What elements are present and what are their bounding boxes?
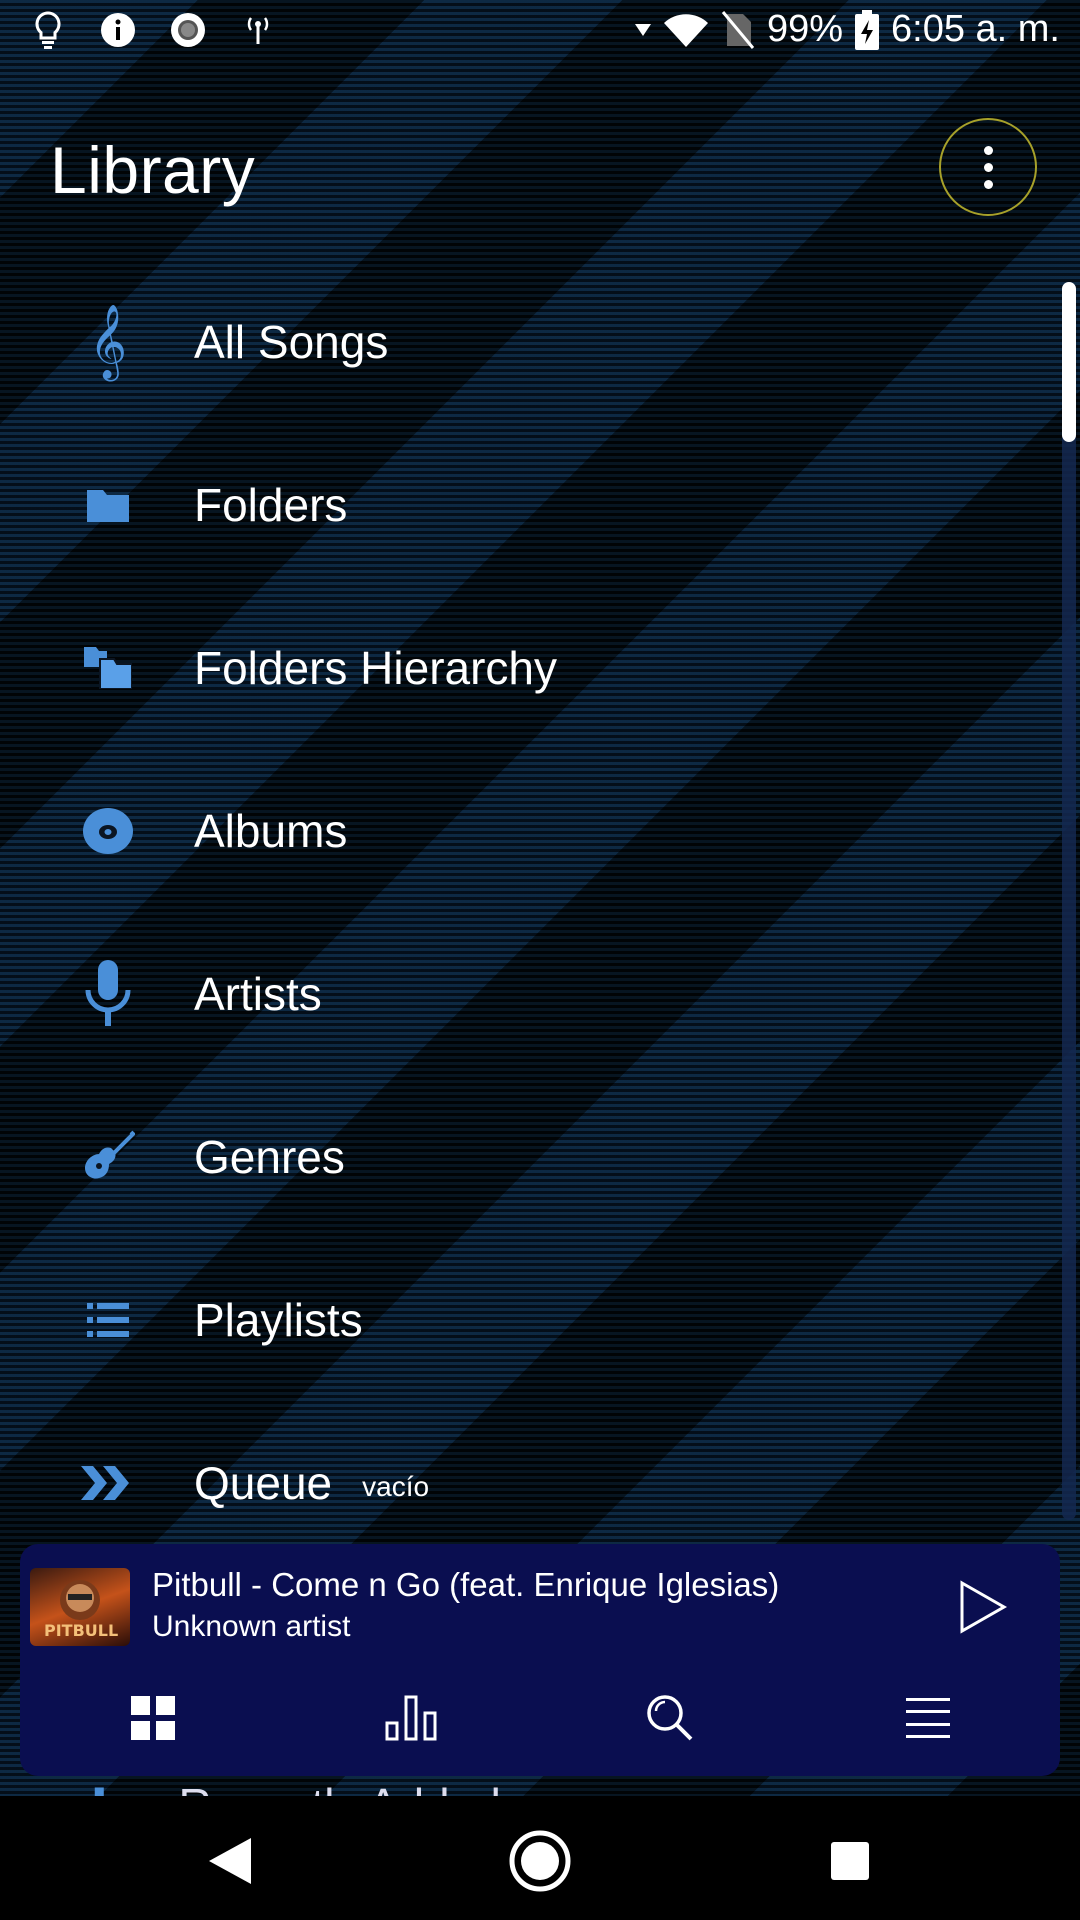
- library-item-folders[interactable]: Folders: [0, 435, 1050, 575]
- antenna-icon: [238, 10, 278, 50]
- library-item-recently-added[interactable]: ✚Recently Added: [80, 1778, 501, 1798]
- library-item-folders-hierarchy[interactable]: Folders Hierarchy: [0, 598, 1050, 738]
- album-art-text: PITBULL: [44, 1621, 119, 1640]
- library-item-queue[interactable]: Queue vacío: [0, 1413, 1050, 1553]
- overflow-menu-button[interactable]: [939, 118, 1037, 216]
- library-item-label: Folders: [194, 479, 348, 531]
- search-icon: [647, 1695, 693, 1741]
- status-left-icons: [28, 10, 278, 50]
- queue-label: Queue: [194, 1457, 333, 1509]
- play-button[interactable]: [958, 1580, 1008, 1634]
- library-item-all-songs[interactable]: 𝄞 All Songs: [0, 272, 1050, 412]
- library-item-label: Artists: [194, 968, 322, 1020]
- library-item-label: Queue vacío: [194, 1456, 429, 1510]
- home-icon: [509, 1830, 571, 1892]
- scrollbar-track[interactable]: [1062, 282, 1076, 1520]
- library-item-playlists[interactable]: Playlists: [0, 1250, 1050, 1390]
- bar-chart-icon: [385, 1695, 437, 1741]
- bulb-icon: [28, 10, 68, 50]
- wifi-icon: [663, 13, 708, 47]
- queue-arrows-icon: [78, 1448, 138, 1518]
- status-right: 99% 6:05 a. m.: [634, 8, 1060, 51]
- library-item-label: Albums: [194, 805, 348, 857]
- library-item-label: Folders Hierarchy: [194, 642, 557, 694]
- microphone-icon: [78, 959, 138, 1029]
- system-nav-bar: [0, 1796, 1080, 1920]
- folder-icon: [78, 470, 138, 540]
- treble-clef-icon: 𝄞: [89, 305, 127, 379]
- recents-icon: [831, 1842, 869, 1880]
- battery-percent: 99%: [766, 8, 844, 50]
- recents-button[interactable]: [815, 1826, 885, 1896]
- scrollbar-thumb[interactable]: [1062, 282, 1076, 442]
- library-item-albums[interactable]: Albums: [0, 761, 1050, 901]
- back-button[interactable]: [195, 1826, 265, 1896]
- equalizer-button[interactable]: [381, 1688, 441, 1748]
- folders-hierarchy-icon: [78, 633, 138, 703]
- record-icon: [168, 10, 208, 50]
- data-arrow-icon: [634, 23, 651, 36]
- status-bar: 99% 6:05 a. m.: [0, 0, 1080, 64]
- library-grid-button[interactable]: [123, 1688, 183, 1748]
- list-icon: [78, 1285, 138, 1355]
- no-sim-icon: [721, 10, 755, 49]
- clock: 6:05 a. m.: [891, 8, 1060, 50]
- now-playing-artist: Unknown artist: [152, 1610, 351, 1643]
- album-art[interactable]: PITBULL: [30, 1568, 130, 1646]
- player-bottom-nav: [20, 1684, 1060, 1764]
- library-item-label: All Songs: [194, 316, 389, 368]
- library-item-genres[interactable]: Genres: [0, 1087, 1050, 1227]
- play-icon: [960, 1580, 1008, 1634]
- disc-icon: [78, 796, 138, 866]
- guitar-icon: [78, 1122, 138, 1192]
- home-button[interactable]: [505, 1826, 575, 1896]
- library-item-label: Genres: [194, 1131, 345, 1183]
- page-title: Library: [50, 133, 256, 207]
- queue-status: vacío: [362, 1470, 430, 1502]
- now-playing-panel[interactable]: PITBULL Pitbull - Come n Go (feat. Enriq…: [20, 1544, 1060, 1776]
- back-icon: [209, 1838, 251, 1884]
- menu-lines-icon: [906, 1698, 950, 1738]
- now-playing-title: Pitbull - Come n Go (feat. Enrique Igles…: [152, 1566, 780, 1603]
- library-item-label: Playlists: [194, 1294, 363, 1346]
- grid-icon: [131, 1696, 175, 1740]
- battery-charging-icon: [855, 9, 880, 50]
- info-icon: [98, 10, 138, 50]
- more-vert-icon: [983, 145, 993, 189]
- library-item-artists[interactable]: Artists: [0, 924, 1050, 1064]
- search-button[interactable]: [640, 1688, 700, 1748]
- queue-menu-button[interactable]: [898, 1688, 958, 1748]
